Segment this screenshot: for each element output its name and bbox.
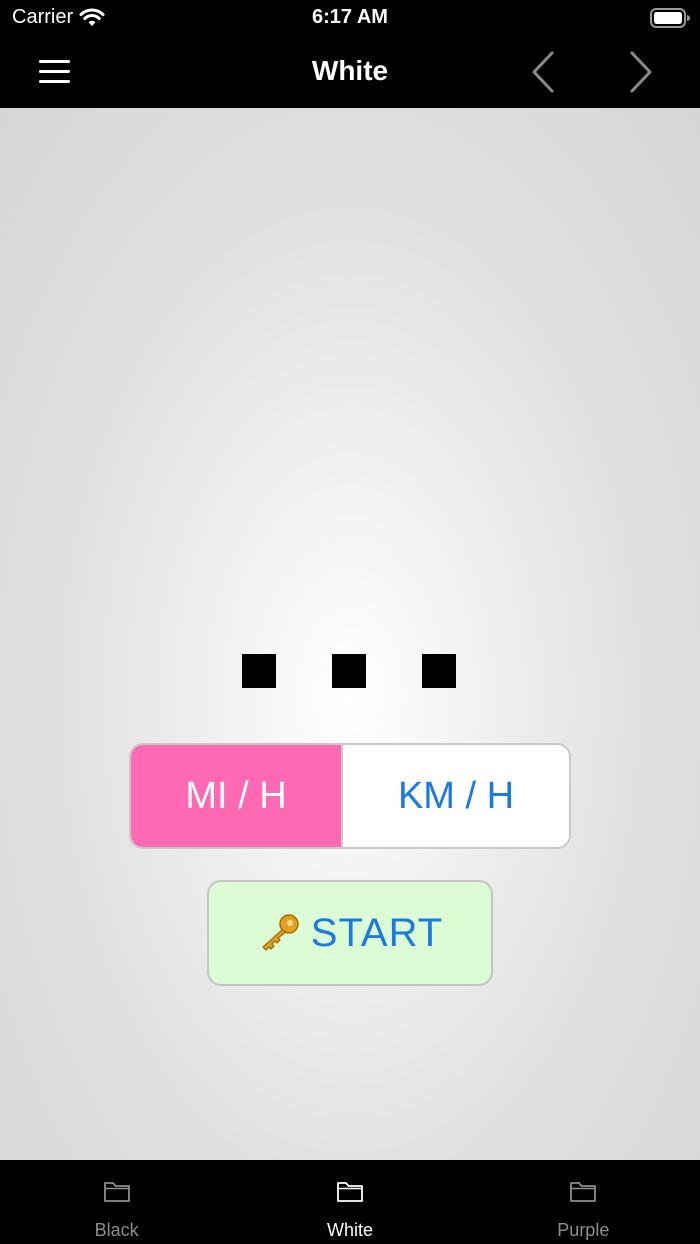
key-icon xyxy=(257,913,301,953)
tab-white-label: White xyxy=(326,1220,373,1240)
folder-icon xyxy=(103,1182,130,1202)
tab-black-label: Black xyxy=(94,1220,139,1240)
speed-placeholder-dot xyxy=(422,654,456,688)
tab-black[interactable]: Black xyxy=(0,1160,233,1244)
main-content: MI / H KM / H START xyxy=(0,108,700,1160)
unit-kmh-segment[interactable]: KM / H xyxy=(343,745,569,847)
folder-icon xyxy=(570,1182,597,1202)
unit-segmented-control: MI / H KM / H xyxy=(129,743,571,849)
speed-placeholder-dot xyxy=(242,654,276,688)
battery-icon xyxy=(650,8,690,28)
unit-mph-segment[interactable]: MI / H xyxy=(131,745,343,847)
previous-button[interactable] xyxy=(528,50,562,94)
next-button[interactable] xyxy=(624,50,658,94)
tab-purple[interactable]: Purple xyxy=(467,1160,700,1244)
tab-white[interactable]: White xyxy=(233,1160,466,1244)
start-button-label: START xyxy=(310,910,444,955)
page-title: White xyxy=(311,55,389,86)
start-button[interactable]: START xyxy=(207,880,493,986)
status-bar: Carrier 6:17 AM xyxy=(0,0,700,36)
chevron-right-icon xyxy=(630,51,652,93)
status-time: 6:17 AM xyxy=(312,6,388,28)
tab-purple-label: Purple xyxy=(557,1220,610,1240)
chevron-left-icon xyxy=(532,51,554,93)
tab-bar: Black White Purple xyxy=(0,1160,700,1244)
folder-icon xyxy=(337,1182,363,1202)
navigation-bar: White xyxy=(0,36,700,108)
speed-display xyxy=(0,654,700,690)
speed-placeholder-dot xyxy=(332,654,366,688)
